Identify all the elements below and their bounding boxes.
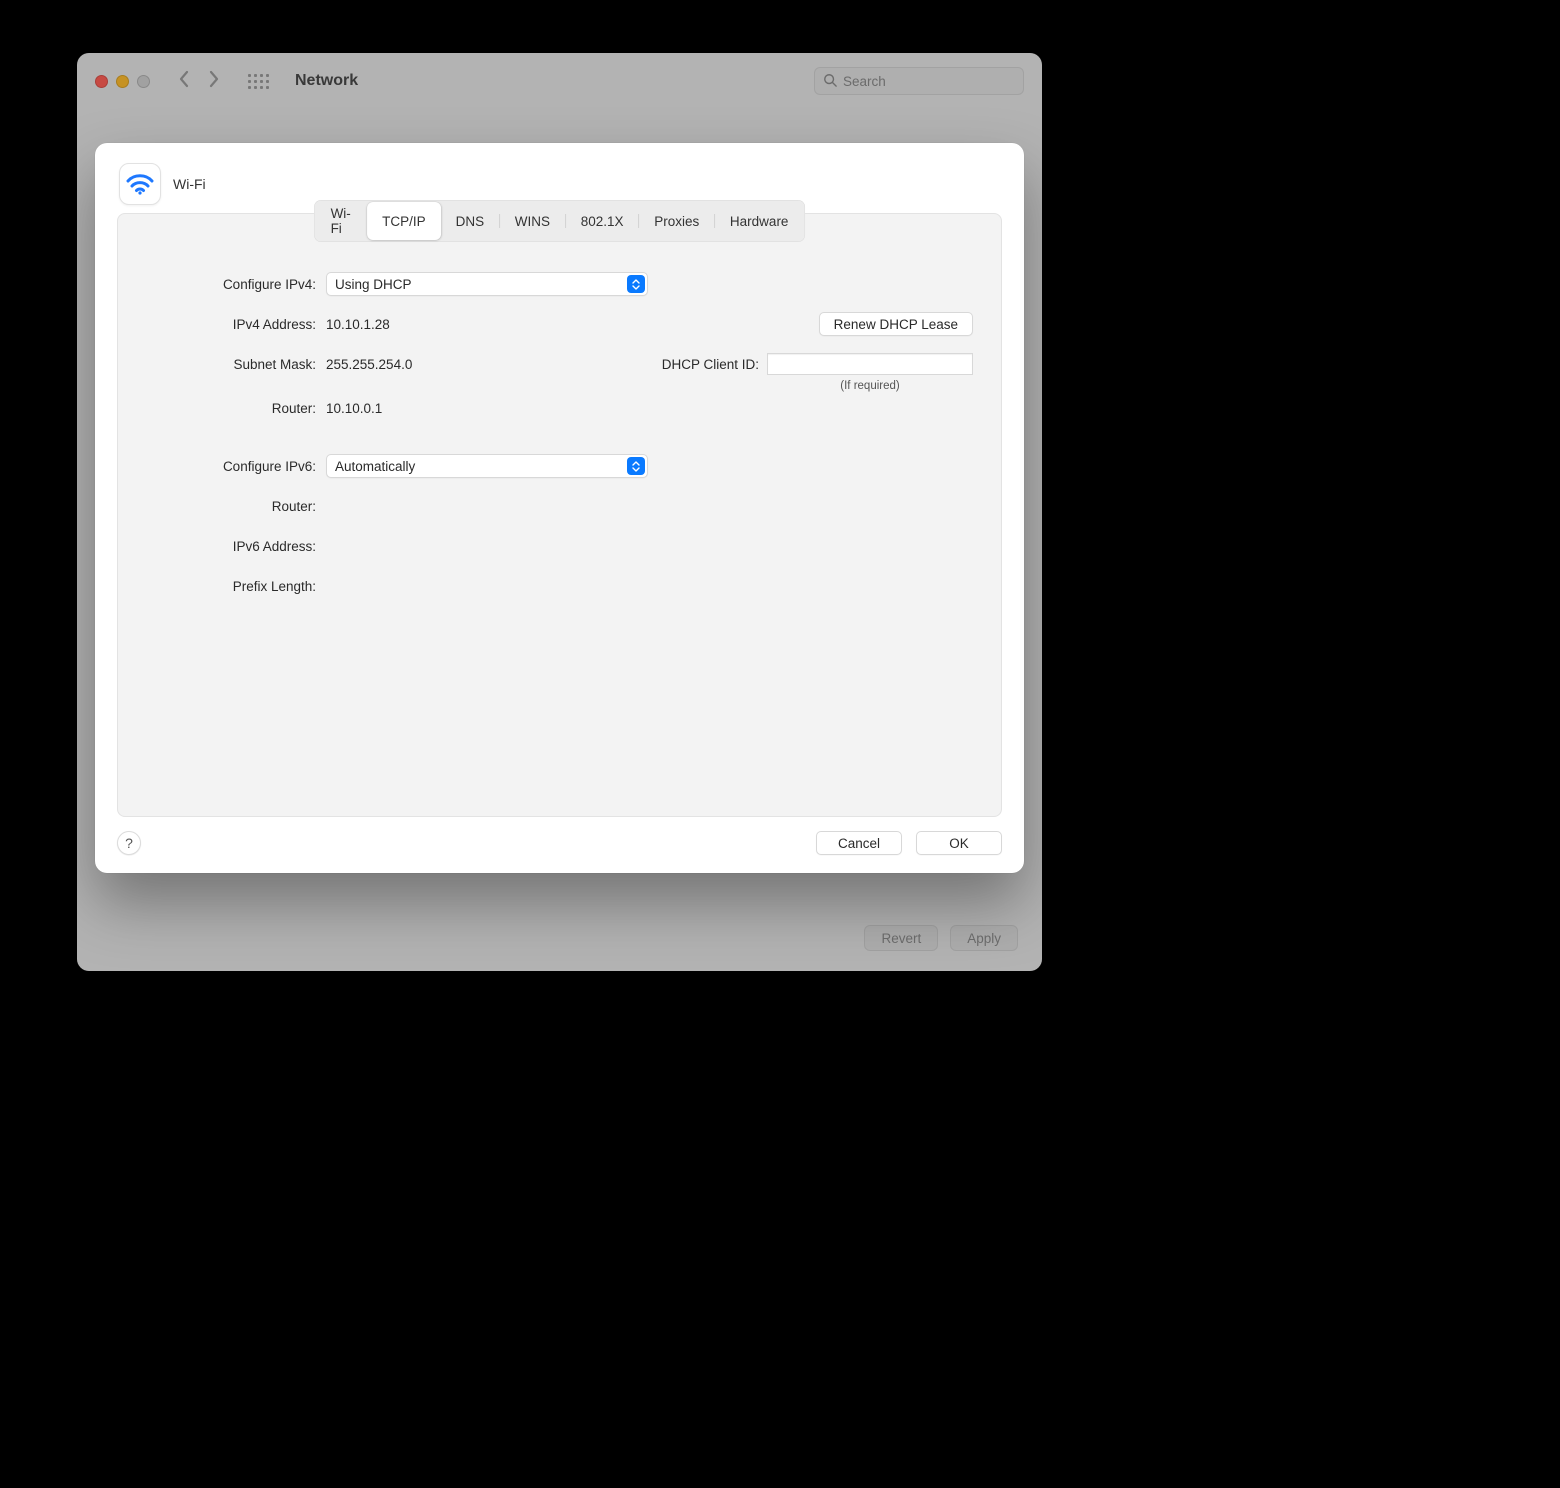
value-router: 10.10.0.1 xyxy=(326,401,382,416)
sheet-title: Wi-Fi xyxy=(173,176,206,192)
configure-ipv4-select[interactable]: Using DHCP xyxy=(326,272,648,296)
label-configure-ipv4: Configure IPv4: xyxy=(146,277,326,292)
configure-ipv6-value: Automatically xyxy=(335,459,415,474)
dhcp-client-id-input[interactable] xyxy=(767,353,973,375)
window-controls xyxy=(95,75,150,88)
cancel-button[interactable]: Cancel xyxy=(816,831,902,855)
wifi-icon xyxy=(119,163,161,205)
nav-arrows xyxy=(178,70,220,93)
forward-icon[interactable] xyxy=(208,70,220,93)
renew-dhcp-button[interactable]: Renew DHCP Lease xyxy=(819,312,973,336)
select-chevron-icon xyxy=(627,275,645,293)
tab-card: Wi-Fi TCP/IP DNS WINS 802.1X Proxies Har… xyxy=(117,213,1002,817)
label-subnet-mask: Subnet Mask: xyxy=(146,357,326,372)
tab-wifi[interactable]: Wi-Fi xyxy=(316,202,368,240)
apply-button[interactable]: Apply xyxy=(950,925,1018,951)
tab-dns[interactable]: DNS xyxy=(441,202,500,240)
search-placeholder: Search xyxy=(843,74,886,89)
search-input[interactable]: Search xyxy=(814,67,1024,95)
help-button[interactable]: ? xyxy=(117,831,141,855)
configure-ipv4-value: Using DHCP xyxy=(335,277,412,292)
tabbar: Wi-Fi TCP/IP DNS WINS 802.1X Proxies Har… xyxy=(314,200,806,242)
back-icon[interactable] xyxy=(178,70,190,93)
label-ipv6-address: IPv6 Address: xyxy=(146,539,326,554)
show-all-icon[interactable] xyxy=(248,74,269,89)
label-router6: Router: xyxy=(146,499,326,514)
window-title: Network xyxy=(295,72,358,90)
zoom-button[interactable] xyxy=(137,75,150,88)
tab-hardware[interactable]: Hardware xyxy=(715,202,804,240)
search-icon xyxy=(823,73,837,90)
close-button[interactable] xyxy=(95,75,108,88)
hint-dhcp-client-id: (If required) xyxy=(840,380,899,392)
label-ipv4-address: IPv4 Address: xyxy=(146,317,326,332)
label-prefix-length: Prefix Length: xyxy=(146,579,326,594)
tab-wins[interactable]: WINS xyxy=(500,202,565,240)
label-dhcp-client-id: DHCP Client ID: xyxy=(662,357,759,372)
revert-button[interactable]: Revert xyxy=(864,925,938,951)
value-subnet-mask: 255.255.254.0 xyxy=(326,357,412,372)
advanced-sheet: Wi-Fi Wi-Fi TCP/IP DNS WINS 802.1X Proxi… xyxy=(95,143,1024,873)
select-chevron-icon xyxy=(627,457,645,475)
label-router: Router: xyxy=(146,401,326,416)
titlebar: Network Search xyxy=(77,53,1042,109)
configure-ipv6-select[interactable]: Automatically xyxy=(326,454,648,478)
tab-tcpip[interactable]: TCP/IP xyxy=(367,202,441,240)
tab-8021x[interactable]: 802.1X xyxy=(566,202,639,240)
ok-button[interactable]: OK xyxy=(916,831,1002,855)
value-ipv4-address: 10.10.1.28 xyxy=(326,317,390,332)
tab-proxies[interactable]: Proxies xyxy=(639,202,714,240)
minimize-button[interactable] xyxy=(116,75,129,88)
label-configure-ipv6: Configure IPv6: xyxy=(146,459,326,474)
